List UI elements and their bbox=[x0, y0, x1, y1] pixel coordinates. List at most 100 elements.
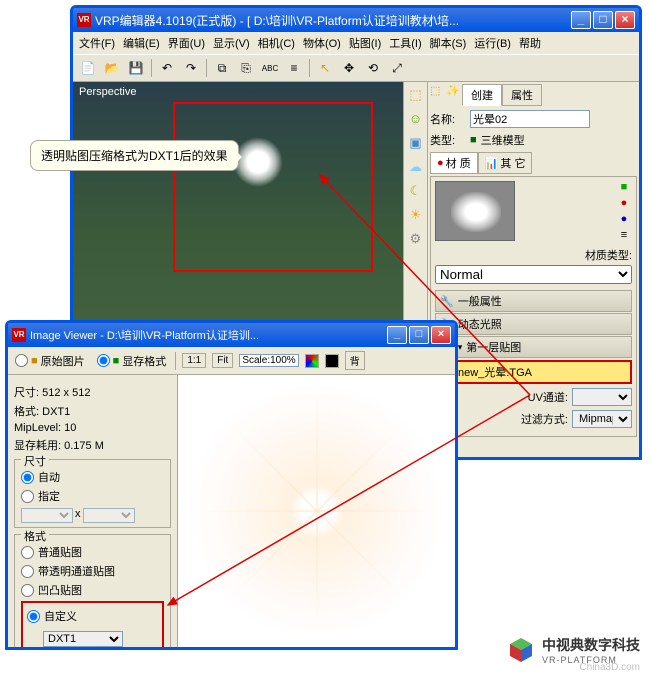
menubar: 文件(F) 编辑(E) 界面(U) 显示(V) 相机(C) 物体(O) 贴图(I… bbox=[73, 32, 639, 54]
tool-move[interactable]: ✥ bbox=[338, 57, 360, 79]
logo-cube-icon bbox=[506, 635, 536, 665]
mat-tool-3[interactable]: ● bbox=[616, 213, 632, 227]
viewport-label: Perspective bbox=[79, 86, 136, 98]
cube-tab-icon[interactable]: ⬚ bbox=[430, 84, 446, 100]
mat-type-select[interactable]: Normal bbox=[435, 265, 632, 284]
tool-open[interactable]: 📂 bbox=[101, 57, 123, 79]
tool-undo[interactable]: ↶ bbox=[156, 57, 178, 79]
tool-copy[interactable]: ⧉ bbox=[211, 57, 233, 79]
tool-abc[interactable]: ABC bbox=[259, 57, 281, 79]
menu-help[interactable]: 帮助 bbox=[517, 35, 543, 51]
tool-select[interactable]: ↖ bbox=[314, 57, 336, 79]
cube-icon[interactable]: ⬚ bbox=[407, 86, 425, 104]
iv-color-2[interactable] bbox=[325, 354, 339, 368]
mat-tool-1[interactable]: ■ bbox=[616, 181, 632, 195]
iv-image-area[interactable] bbox=[178, 375, 455, 647]
iv-tab-original[interactable]: ■原始图片 bbox=[12, 352, 88, 370]
type-label: 类型: bbox=[430, 132, 466, 148]
sun-icon[interactable]: ☀ bbox=[407, 206, 425, 224]
texture-name: new_光晕.TGA bbox=[458, 364, 532, 380]
iv-radio-bump[interactable]: 凹凸贴图 bbox=[21, 582, 164, 598]
name-label: 名称: bbox=[430, 111, 466, 127]
iv-close-button[interactable]: × bbox=[431, 326, 451, 344]
close-button[interactable]: × bbox=[615, 11, 635, 29]
iv-tab-memory[interactable]: ■显存格式 bbox=[94, 352, 170, 370]
menu-file[interactable]: 文件(F) bbox=[77, 35, 117, 51]
subtab-other[interactable]: 📊其 它 bbox=[478, 152, 533, 174]
iv-minimize-button[interactable]: _ bbox=[387, 326, 407, 344]
mat-tool-4[interactable]: ≡ bbox=[616, 229, 632, 243]
iv-radio-fixed[interactable]: 指定 bbox=[21, 488, 164, 504]
menu-script[interactable]: 脚本(S) bbox=[428, 35, 469, 51]
iv-btn-bg[interactable]: 背 bbox=[345, 351, 365, 370]
texture-item[interactable]: new_光晕.TGA bbox=[435, 360, 632, 384]
subtab-material[interactable]: ●材 质 bbox=[430, 152, 478, 174]
iv-radio-custom[interactable]: 自定义 bbox=[27, 608, 158, 624]
iv-custom-format-select[interactable]: DXT1 bbox=[43, 631, 123, 647]
tool-paste[interactable]: ⎘ bbox=[235, 57, 257, 79]
maximize-button[interactable]: □ bbox=[593, 11, 613, 29]
type-value: 三维模型 bbox=[481, 132, 525, 148]
main-titlebar[interactable]: VR VRP编辑器4.1019(正式版) - [ D:\培训\VR-Platfo… bbox=[73, 8, 639, 32]
main-title: VRP编辑器4.1019(正式版) - [ D:\培训\VR-Platform认… bbox=[95, 12, 571, 29]
type-icon: ■ bbox=[470, 134, 477, 146]
tool-rotate[interactable]: ⟲ bbox=[362, 57, 384, 79]
tool-script[interactable]: ≡ bbox=[283, 57, 305, 79]
menu-tool[interactable]: 工具(I) bbox=[387, 35, 423, 51]
menu-edit[interactable]: 编辑(E) bbox=[121, 35, 162, 51]
iv-mip: 10 bbox=[64, 422, 76, 434]
iv-maximize-button[interactable]: □ bbox=[409, 326, 429, 344]
iv-color-1[interactable] bbox=[305, 354, 319, 368]
menu-camera[interactable]: 相机(C) bbox=[256, 35, 297, 51]
magic-tab-icon[interactable]: ✨ bbox=[446, 84, 462, 100]
iv-mem: 0.175 M bbox=[64, 440, 104, 452]
material-preview[interactable] bbox=[435, 181, 515, 241]
mat-type-label: 材质类型: bbox=[435, 247, 632, 263]
mat-tool-2[interactable]: ● bbox=[616, 197, 632, 211]
cloud-icon[interactable]: ☁ bbox=[407, 158, 425, 176]
menu-display[interactable]: 显示(V) bbox=[211, 35, 252, 51]
tool-scale[interactable]: ⤢ bbox=[386, 57, 408, 79]
filter-select[interactable]: Mipmap bbox=[572, 410, 632, 428]
section-layer1[interactable]: 🔧▾第一层贴图 bbox=[435, 336, 632, 358]
filter-label: 过滤方式: bbox=[521, 411, 568, 427]
iv-radio-normal[interactable]: 普通贴图 bbox=[21, 544, 164, 560]
iv-btn-11[interactable]: 1:1 bbox=[182, 353, 206, 368]
iv-title: Image Viewer - D:\培训\VR-Platform认证培训... bbox=[30, 327, 387, 343]
name-input[interactable] bbox=[470, 110, 590, 128]
iv-mem-label: 显存耗用: bbox=[14, 440, 61, 452]
iv-scale[interactable]: Scale:100% bbox=[239, 354, 298, 367]
gear-icon[interactable]: ⚙ bbox=[407, 230, 425, 248]
tab-props[interactable]: 属性 bbox=[502, 84, 542, 106]
section-general[interactable]: 🔧一般属性 bbox=[435, 290, 632, 312]
person-icon[interactable]: ☺ bbox=[407, 110, 425, 128]
iv-group-format: 格式 普通贴图 带透明通道贴图 凹凸贴图 自定义 DXT1 bbox=[14, 534, 171, 647]
camera-icon[interactable]: ▣ bbox=[407, 134, 425, 152]
menu-run[interactable]: 运行(B) bbox=[472, 35, 513, 51]
uv-select[interactable] bbox=[572, 388, 632, 406]
section-lighting[interactable]: 🔧动态光照 bbox=[435, 313, 632, 335]
moon-icon[interactable]: ☾ bbox=[407, 182, 425, 200]
iv-radio-alpha[interactable]: 带透明通道贴图 bbox=[21, 563, 164, 579]
uv-label: UV通道: bbox=[528, 389, 568, 405]
minimize-button[interactable]: _ bbox=[571, 11, 591, 29]
iv-group-size-title: 尺寸 bbox=[21, 453, 49, 469]
watermark: China3D.com bbox=[579, 662, 640, 673]
logo-text: 中视典数字科技 bbox=[542, 635, 640, 655]
tool-redo[interactable]: ↷ bbox=[180, 57, 202, 79]
iv-radio-auto[interactable]: 自动 bbox=[21, 469, 164, 485]
iv-mip-label: MipLevel: bbox=[14, 422, 61, 434]
tab-create[interactable]: 创建 bbox=[462, 84, 502, 106]
menu-object[interactable]: 物体(O) bbox=[301, 35, 343, 51]
iv-info-panel: 尺寸: 512 x 512 格式: DXT1 MipLevel: 10 显存耗用… bbox=[8, 375, 178, 647]
iv-titlebar[interactable]: VR Image Viewer - D:\培训\VR-Platform认证培训.… bbox=[8, 323, 455, 347]
iv-height-select[interactable] bbox=[83, 508, 135, 523]
iv-width-select[interactable] bbox=[21, 508, 73, 523]
annotation-tooltip: 透明贴图压缩格式为DXT1后的效果 bbox=[30, 140, 239, 171]
properties-panel: ⬚ ✨ 创建 属性 名称: 类型: ■ 三维模型 ●材 质 📊其 它 bbox=[427, 82, 639, 457]
menu-texture[interactable]: 贴图(I) bbox=[347, 35, 383, 51]
tool-save[interactable]: 💾 bbox=[125, 57, 147, 79]
tool-new[interactable]: 📄 bbox=[77, 57, 99, 79]
menu-ui[interactable]: 界面(U) bbox=[166, 35, 207, 51]
iv-btn-fit[interactable]: Fit bbox=[212, 353, 233, 368]
